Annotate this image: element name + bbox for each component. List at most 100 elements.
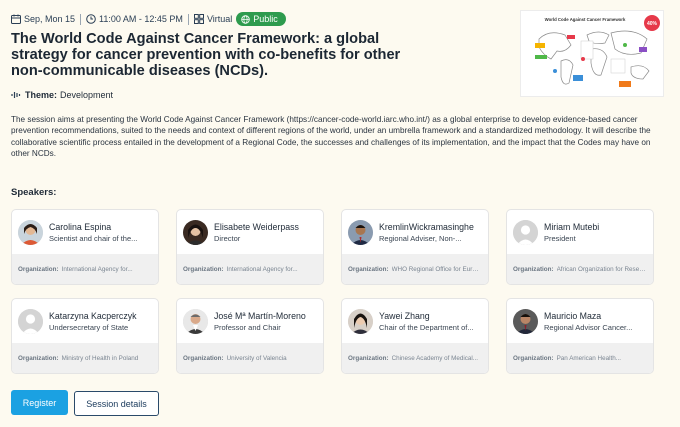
- speaker-organization: Organization: International Agency for..…: [177, 254, 323, 284]
- speaker-card-body: Yawei Zhang Chair of the Department of..…: [342, 299, 488, 343]
- speaker-info: Carolina Espina Scientist and chair of t…: [49, 222, 137, 243]
- date-item: Sep, Mon 15: [11, 14, 75, 24]
- speaker-info: Yawei Zhang Chair of the Department of..…: [379, 311, 474, 332]
- org-label: Organization:: [348, 265, 389, 273]
- speaker-role: Chair of the Department of...: [379, 322, 474, 332]
- org-label: Organization:: [183, 265, 224, 273]
- speaker-card-body: Katarzyna Kacperczyk Undersecretary of S…: [12, 299, 158, 343]
- org-label: Organization:: [513, 265, 554, 273]
- speaker-card[interactable]: KremlinWickramasinghe Regional Adviser, …: [341, 209, 489, 285]
- speaker-name[interactable]: Yawei Zhang: [379, 311, 474, 321]
- org-label: Organization:: [18, 354, 59, 362]
- speaker-role: Professor and Chair: [214, 322, 281, 332]
- audio-wave-icon: [11, 92, 21, 98]
- session-thumbnail: World Code Against Cancer Framework 40%: [520, 10, 664, 97]
- divider: [187, 13, 189, 25]
- session-time: 11:00 AM - 12:45 PM: [99, 14, 183, 24]
- speaker-card[interactable]: Miriam Mutebi President Organization: Af…: [506, 209, 654, 285]
- speaker-card-body: José Mª Martín-Moreno Professor and Chai…: [177, 299, 323, 343]
- avatar: [183, 219, 208, 245]
- speaker-organization: Organization: Ministry of Health in Pola…: [12, 343, 158, 373]
- thumbnail-badge: 40%: [647, 21, 658, 27]
- theme-value: Development: [60, 90, 114, 100]
- session-description: The session aims at presenting the World…: [11, 115, 651, 158]
- org-label: Organization:: [18, 265, 59, 273]
- avatar: [18, 219, 43, 245]
- public-badge-label: Public: [253, 14, 278, 24]
- speaker-info: KremlinWickramasinghe Regional Adviser, …: [379, 222, 474, 243]
- speaker-name[interactable]: Carolina Espina: [49, 222, 137, 232]
- speakers-grid: Carolina Espina Scientist and chair of t…: [11, 209, 654, 374]
- speaker-name[interactable]: Miriam Mutebi: [544, 222, 599, 232]
- speaker-role: Undersecretary of State: [49, 322, 129, 332]
- org-value: Chinese Academy of Medical...: [391, 354, 479, 362]
- speaker-role: Director: [214, 233, 241, 243]
- speaker-card[interactable]: Carolina Espina Scientist and chair of t…: [11, 209, 159, 285]
- speaker-role: Scientist and chair of the...: [49, 233, 138, 243]
- avatar-placeholder: [18, 308, 43, 334]
- session-title: The World Code Against Cancer Framework:…: [11, 31, 401, 79]
- speaker-name[interactable]: Katarzyna Kacperczyk: [49, 311, 137, 321]
- speaker-organization: Organization: International Agency for..…: [12, 254, 158, 284]
- session-theme: Theme: Development: [11, 90, 113, 100]
- public-badge: Public: [236, 12, 286, 26]
- speaker-card-body: Mauricio Maza Regional Advisor Cancer...: [507, 299, 653, 343]
- speaker-organization: Organization: WHO Regional Office for Eu…: [342, 254, 488, 284]
- avatar: [348, 308, 373, 334]
- theme-label: Theme:: [25, 90, 58, 100]
- speaker-info: José Mª Martín-Moreno Professor and Chai…: [214, 311, 306, 332]
- org-label: Organization:: [348, 354, 389, 362]
- speaker-card[interactable]: José Mª Martín-Moreno Professor and Chai…: [176, 298, 324, 374]
- org-value: University of Valencia: [226, 354, 287, 362]
- speaker-card-body: KremlinWickramasinghe Regional Adviser, …: [342, 210, 488, 254]
- avatar-placeholder: [513, 219, 538, 245]
- time-item: 11:00 AM - 12:45 PM: [86, 14, 183, 24]
- session-details-button[interactable]: Session details: [74, 391, 159, 416]
- speaker-card[interactable]: Elisabete Weiderpass Director Organizati…: [176, 209, 324, 285]
- session-date: Sep, Mon 15: [24, 14, 76, 24]
- speaker-info: Miriam Mutebi President: [544, 222, 599, 243]
- avatar: [348, 219, 373, 245]
- speaker-organization: Organization: Pan American Health...: [507, 343, 653, 373]
- org-label: Organization:: [183, 354, 224, 362]
- world-map-infographic: World Code Against Cancer Framework 40%: [521, 11, 663, 96]
- speaker-card-body: Carolina Espina Scientist and chair of t…: [12, 210, 158, 254]
- clock-icon: [86, 14, 96, 24]
- calendar-icon: [11, 14, 21, 24]
- speaker-info: Elisabete Weiderpass Director: [214, 222, 299, 243]
- grid-icon: [193, 14, 204, 24]
- org-value: International Agency for...: [61, 265, 133, 273]
- speaker-role: Regional Advisor Cancer...: [544, 322, 633, 332]
- org-value: Pan American Health...: [556, 354, 621, 362]
- org-value: International Agency for...: [226, 265, 298, 273]
- session-meta: Sep, Mon 15 11:00 AM - 12:45 PM Virtual …: [11, 12, 286, 26]
- speaker-role: President: [544, 233, 576, 243]
- register-button[interactable]: Register: [11, 390, 68, 415]
- speaker-info: Katarzyna Kacperczyk Undersecretary of S…: [49, 311, 137, 332]
- session-format: Virtual: [206, 14, 233, 24]
- format-item: Virtual: [193, 14, 233, 24]
- speaker-info: Mauricio Maza Regional Advisor Cancer...: [544, 311, 632, 332]
- speakers-heading: Speakers:: [11, 187, 57, 198]
- speaker-organization: Organization: African Organization for R…: [507, 254, 653, 284]
- org-value: African Organization for Resear...: [556, 265, 647, 273]
- speaker-name[interactable]: José Mª Martín-Moreno: [214, 311, 306, 321]
- speaker-role: Regional Adviser, Non-...: [379, 233, 462, 243]
- speaker-card-body: Miriam Mutebi President: [507, 210, 653, 254]
- org-value: WHO Regional Office for Europe: [391, 265, 482, 273]
- thumbnail-title: World Code Against Cancer Framework: [545, 17, 626, 22]
- speaker-organization: Organization: Chinese Academy of Medical…: [342, 343, 488, 373]
- org-label: Organization:: [513, 354, 554, 362]
- speaker-name[interactable]: Elisabete Weiderpass: [214, 222, 299, 232]
- divider: [80, 13, 82, 25]
- speaker-name[interactable]: KremlinWickramasinghe: [379, 222, 474, 232]
- speaker-card-body: Elisabete Weiderpass Director: [177, 210, 323, 254]
- speaker-card[interactable]: Yawei Zhang Chair of the Department of..…: [341, 298, 489, 374]
- speaker-name[interactable]: Mauricio Maza: [544, 311, 632, 321]
- globe-icon: [241, 14, 251, 24]
- speaker-card[interactable]: Katarzyna Kacperczyk Undersecretary of S…: [11, 298, 159, 374]
- avatar: [513, 308, 538, 334]
- speaker-card[interactable]: Mauricio Maza Regional Advisor Cancer...…: [506, 298, 654, 374]
- speaker-organization: Organization: University of Valencia: [177, 343, 323, 373]
- org-value: Ministry of Health in Poland: [61, 354, 139, 362]
